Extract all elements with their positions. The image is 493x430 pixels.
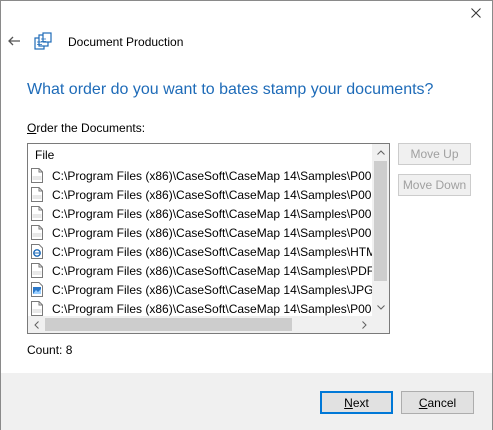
close-button[interactable]: [464, 3, 488, 23]
html-file-icon: [31, 244, 43, 259]
chevron-up-icon: [376, 150, 385, 155]
move-down-button[interactable]: Move Down: [398, 174, 471, 196]
list-item[interactable]: C:\Program Files (x86)\CaseSoft\CaseMap …: [28, 280, 373, 299]
list-item-path: C:\Program Files (x86)\CaseSoft\CaseMap …: [52, 187, 373, 202]
pdf-file-icon: [31, 225, 43, 240]
next-button[interactable]: Next: [320, 391, 393, 414]
pdf-file-icon: [31, 206, 43, 221]
documents-list[interactable]: File C:\Program Files (x86)\CaseSoft\Cas…: [27, 143, 390, 334]
list-item[interactable]: C:\Program Files (x86)\CaseSoft\CaseMap …: [28, 261, 373, 280]
horizontal-scroll-thumb[interactable]: [45, 318, 292, 331]
casemap-app-icon: [34, 32, 52, 50]
list-item[interactable]: C:\Program Files (x86)\CaseSoft\CaseMap …: [28, 204, 373, 223]
vertical-scroll-thumb[interactable]: [374, 161, 387, 281]
move-up-button[interactable]: Move Up: [398, 143, 471, 165]
document-count: Count: 8: [27, 343, 73, 357]
back-arrow-icon: [8, 36, 20, 46]
vertical-scrollbar[interactable]: [372, 144, 389, 316]
page-heading: What order do you want to bates stamp yo…: [27, 81, 434, 98]
list-rows: C:\Program Files (x86)\CaseSoft\CaseMap …: [28, 166, 373, 318]
window-title: Document Production: [68, 35, 184, 49]
chevron-left-icon: [34, 320, 39, 329]
list-item-path: C:\Program Files (x86)\CaseSoft\CaseMap …: [52, 263, 373, 278]
chevron-down-icon: [376, 305, 385, 310]
scrollbar-corner: [372, 316, 389, 333]
scroll-down-button[interactable]: [372, 299, 389, 316]
list-label-rest: rder the Documents:: [36, 121, 146, 135]
list-item-path: C:\Program Files (x86)\CaseSoft\CaseMap …: [52, 301, 373, 316]
next-accel: N: [344, 395, 353, 410]
list-item[interactable]: C:\Program Files (x86)\CaseSoft\CaseMap …: [28, 223, 373, 242]
back-button[interactable]: [6, 33, 22, 49]
list-item[interactable]: C:\Program Files (x86)\CaseSoft\CaseMap …: [28, 242, 373, 261]
list-item-path: C:\Program Files (x86)\CaseSoft\CaseMap …: [52, 168, 373, 183]
cancel-button[interactable]: Cancel: [401, 391, 474, 414]
pdf-file-icon: [31, 187, 43, 202]
next-rest: ext: [352, 395, 369, 410]
scroll-up-button[interactable]: [372, 144, 389, 161]
list-item-path: C:\Program Files (x86)\CaseSoft\CaseMap …: [52, 206, 373, 221]
title-bar: Document Production: [1, 27, 492, 57]
cancel-accel: C: [418, 395, 428, 410]
close-icon: [471, 8, 481, 18]
list-item[interactable]: C:\Program Files (x86)\CaseSoft\CaseMap …: [28, 185, 373, 204]
pdf-file-icon: [31, 263, 43, 278]
chevron-right-icon: [362, 320, 367, 329]
list-label: Order the Documents:: [27, 121, 145, 135]
list-label-accel: O: [27, 121, 37, 135]
footer-bar: Next Cancel: [1, 373, 492, 430]
column-header-file[interactable]: File: [28, 144, 373, 166]
list-item[interactable]: C:\Program Files (x86)\CaseSoft\CaseMap …: [28, 166, 373, 185]
list-item-path: C:\Program Files (x86)\CaseSoft\CaseMap …: [52, 244, 373, 259]
list-item-path: C:\Program Files (x86)\CaseSoft\CaseMap …: [52, 282, 373, 297]
horizontal-scrollbar[interactable]: [28, 316, 373, 333]
cancel-rest: ancel: [427, 395, 457, 410]
scroll-left-button[interactable]: [28, 316, 45, 333]
scroll-right-button[interactable]: [356, 316, 373, 333]
list-item-path: C:\Program Files (x86)\CaseSoft\CaseMap …: [52, 225, 373, 240]
pdf-file-icon: [31, 301, 43, 316]
jpg-file-icon: [31, 282, 43, 297]
pdf-file-icon: [31, 168, 43, 183]
document-production-window: Document Production What order do you wa…: [0, 0, 493, 430]
